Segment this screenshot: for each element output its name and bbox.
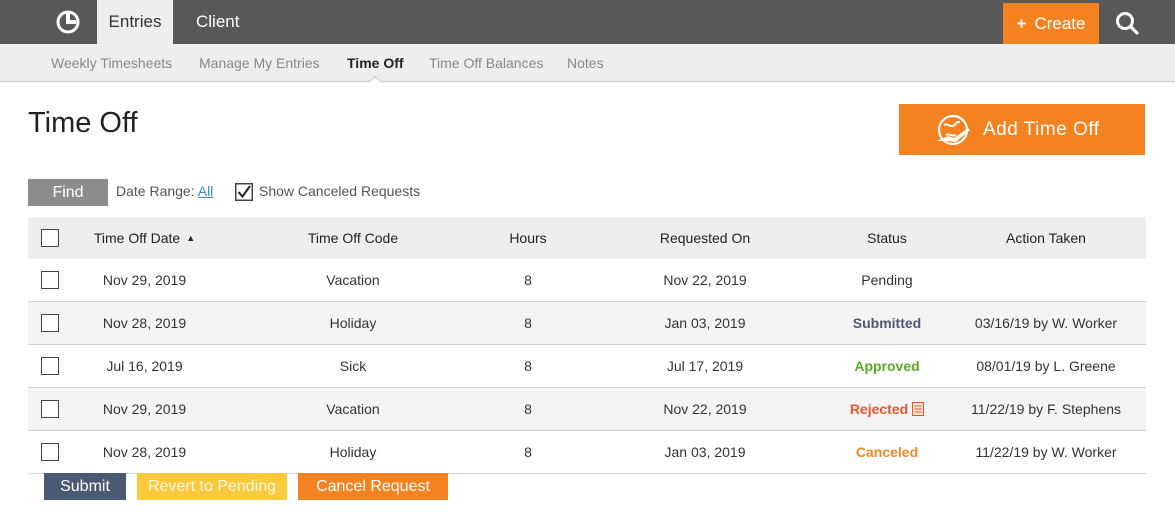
cell-action-taken: 08/01/19 by L. Greene <box>976 358 1116 374</box>
cell-action-taken <box>956 259 1136 301</box>
cell-action-taken: 03/16/19 by W. Worker <box>974 315 1118 331</box>
cell-hours: 8 <box>524 272 532 288</box>
cell-time-off-code: Vacation <box>326 401 380 417</box>
cell-requested-on: Jul 17, 2019 <box>666 358 744 374</box>
column-header-hours[interactable]: Hours <box>488 217 568 259</box>
cell-requested-on: Jan 03, 2019 <box>664 315 746 331</box>
select-all-checkbox[interactable] <box>41 229 59 247</box>
cell-time-off-date: Nov 28, 2019 <box>102 315 187 331</box>
column-header-action-taken[interactable]: Action Taken <box>956 217 1136 259</box>
status-badge: Approved <box>854 358 920 374</box>
search-icon[interactable] <box>1114 10 1140 36</box>
tab-entries[interactable]: Entries <box>97 0 173 44</box>
active-tab-caret-icon <box>369 76 381 83</box>
status-badge: Canceled <box>855 444 919 460</box>
cell-time-off-date: Nov 29, 2019 <box>102 272 187 288</box>
cell-requested-on: Jan 03, 2019 <box>664 444 746 460</box>
top-bar: Entries Client + Create <box>0 0 1175 44</box>
subnav-weekly-timesheets[interactable]: Weekly Timesheets <box>51 44 172 81</box>
cell-time-off-code: Holiday <box>329 315 377 331</box>
cell-hours: 8 <box>524 315 532 331</box>
sort-ascending-icon: ▲ <box>186 233 196 243</box>
find-button[interactable]: Find <box>28 179 108 206</box>
row-checkbox[interactable] <box>41 314 59 332</box>
column-header-time-off-code[interactable]: Time Off Code <box>258 217 448 259</box>
cell-time-off-date: Nov 29, 2019 <box>102 401 187 417</box>
column-header-time-off-date[interactable]: Time Off Date ▲ <box>78 217 211 259</box>
show-canceled-label: Show Canceled Requests <box>259 183 421 199</box>
cell-time-off-date: Nov 28, 2019 <box>102 444 187 460</box>
cell-time-off-date: Jul 16, 2019 <box>106 358 183 374</box>
status-badge: Rejected <box>818 388 956 430</box>
submit-button[interactable]: Submit <box>44 473 126 500</box>
cell-action-taken: 11/22/19 by F. Stephens <box>971 401 1121 417</box>
column-header-requested-on[interactable]: Requested On <box>625 217 785 259</box>
column-header-status[interactable]: Status <box>818 217 956 259</box>
cancel-request-button[interactable]: Cancel Request <box>298 473 448 500</box>
row-checkbox[interactable] <box>41 400 59 418</box>
cell-hours: 8 <box>524 358 532 374</box>
cell-requested-on: Nov 22, 2019 <box>663 272 747 288</box>
cell-hours: 8 <box>524 401 532 417</box>
time-off-table: Time Off Date ▲ Time Off Code Hours Requ… <box>28 217 1146 474</box>
status-badge: Pending <box>861 272 913 288</box>
status-badge: Submitted <box>852 315 922 331</box>
table-row[interactable]: Nov 29, 2019 Vacation 8 Nov 22, 2019 Pen… <box>28 259 1146 302</box>
row-checkbox[interactable] <box>41 271 59 289</box>
date-range-label: Date Range: <box>116 183 195 199</box>
row-checkbox[interactable] <box>41 443 59 461</box>
date-range-link[interactable]: All <box>198 183 214 199</box>
table-row[interactable]: Jul 16, 2019 Sick 8 Jul 17, 2019 Approve… <box>28 345 1146 388</box>
table-header: Time Off Date ▲ Time Off Code Hours Requ… <box>28 217 1146 259</box>
subnav-manage-my-entries[interactable]: Manage My Entries <box>199 44 320 81</box>
column-header-label: Time Off Date <box>93 230 181 246</box>
table-row[interactable]: Nov 29, 2019 Vacation 8 Nov 22, 2019 Rej… <box>28 388 1146 431</box>
table-row[interactable]: Nov 28, 2019 Holiday 8 Jan 03, 2019 Subm… <box>28 302 1146 345</box>
subnav-notes[interactable]: Notes <box>567 44 604 81</box>
cell-time-off-code: Holiday <box>329 444 377 460</box>
table-row[interactable]: Nov 28, 2019 Holiday 8 Jan 03, 2019 Canc… <box>28 431 1146 474</box>
cell-time-off-code: Sick <box>339 358 367 374</box>
cell-time-off-code: Vacation <box>326 272 380 288</box>
tab-client[interactable]: Client <box>196 0 239 44</box>
revert-to-pending-button[interactable]: Revert to Pending <box>137 473 287 500</box>
page-title: Time Off <box>28 107 138 139</box>
sub-navigation: Weekly Timesheets Manage My Entries Time… <box>0 44 1175 82</box>
show-canceled-checkbox[interactable] <box>235 183 253 201</box>
create-button[interactable]: + Create <box>1003 3 1099 44</box>
logo-icon[interactable] <box>55 9 81 35</box>
subnav-time-off-balances[interactable]: Time Off Balances <box>429 44 543 81</box>
add-time-off-label: Add Time Off <box>983 118 1100 140</box>
globe-plane-icon <box>937 114 970 146</box>
note-icon[interactable] <box>912 402 925 416</box>
status-label: Rejected <box>849 401 909 417</box>
row-checkbox[interactable] <box>41 357 59 375</box>
create-button-label: Create <box>1034 13 1086 33</box>
cell-hours: 8 <box>524 444 532 460</box>
plus-icon: + <box>1016 13 1027 33</box>
cell-action-taken: 11/22/19 by W. Worker <box>975 444 1117 460</box>
cell-requested-on: Nov 22, 2019 <box>663 401 747 417</box>
date-range-filter: Date Range: All <box>116 183 213 199</box>
